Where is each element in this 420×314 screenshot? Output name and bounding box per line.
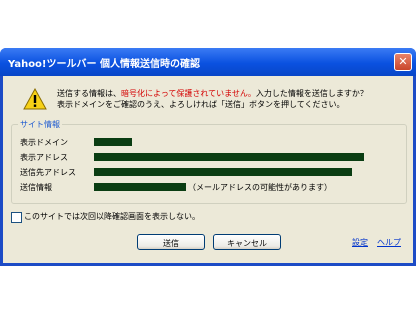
redacted-display-address	[94, 153, 364, 161]
display-domain-label: 表示ドメイン	[20, 138, 68, 147]
sent-info-label: 送信情報	[20, 183, 52, 192]
sent-info-note: （メールアドレスの可能性があります）	[188, 183, 332, 192]
settings-link[interactable]: 設定	[352, 237, 368, 248]
send-button[interactable]: 送信	[137, 234, 205, 250]
warning-icon	[23, 88, 47, 110]
message-suffix: 入力した情報を送信しますか？	[255, 89, 368, 98]
dialog-window: Yahoo!ツールバー 個人情報送信時の確認 ✕ 送信する情報は、暗号化によって…	[0, 48, 416, 266]
redacted-destination-address	[94, 168, 352, 176]
dialog-body: 送信する情報は、暗号化によって保護されていません。入力した情報を送信しますか？ …	[3, 76, 413, 263]
message-prefix: 送信する情報は、	[57, 89, 121, 98]
redacted-display-domain	[94, 138, 132, 146]
site-info-group: サイト情報 表示ドメイン 表示アドレス 送信先アドレス 送信情報 （メールアドレ…	[11, 119, 407, 204]
close-button[interactable]: ✕	[394, 53, 412, 71]
close-icon: ✕	[398, 55, 408, 68]
window-title: Yahoo!ツールバー 個人情報送信時の確認	[8, 59, 200, 70]
destination-address-label: 送信先アドレス	[20, 168, 76, 177]
cancel-button[interactable]: キャンセル	[213, 234, 281, 250]
message-line-1: 送信する情報は、暗号化によって保護されていません。入力した情報を送信しますか？	[57, 88, 368, 99]
title-bar: Yahoo!ツールバー 個人情報送信時の確認 ✕	[0, 48, 416, 76]
site-info-title: サイト情報	[18, 119, 62, 130]
display-address-label: 表示アドレス	[20, 153, 68, 162]
unencrypted-warning: 暗号化によって保護されていません。	[121, 89, 256, 98]
dont-show-again-checkbox[interactable]	[11, 212, 22, 223]
message-line-2: 表示ドメインをご確認のうえ、よろしければ「送信」ボタンを押してください。	[57, 100, 345, 109]
confirmation-message: 送信する情報は、暗号化によって保護されていません。入力した情報を送信しますか？ …	[57, 88, 368, 110]
help-link[interactable]: ヘルプ	[377, 237, 401, 248]
dont-show-again-label: このサイトでは次回以降確認画面を表示しない。	[24, 212, 200, 221]
redacted-sent-info	[94, 183, 186, 191]
